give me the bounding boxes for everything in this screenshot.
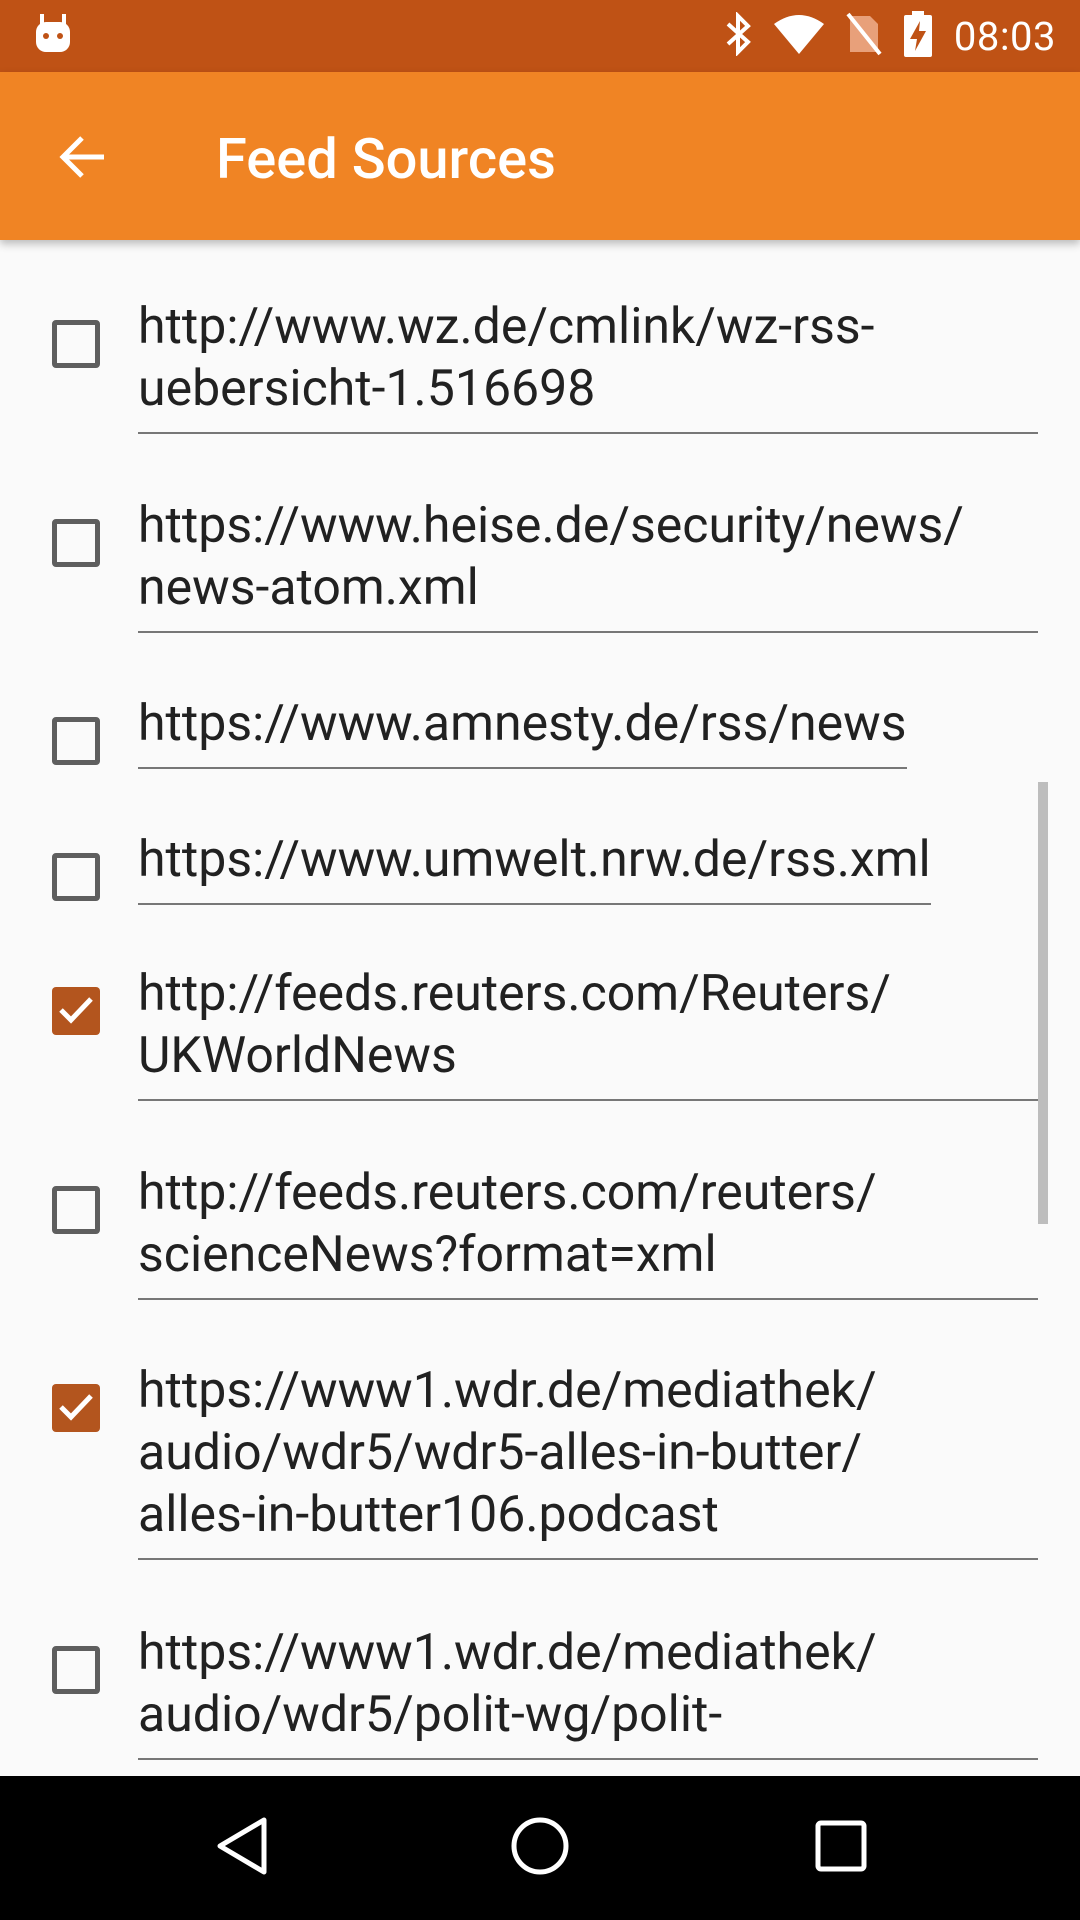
feed-url-field[interactable]: http://feeds.reuters.com/Reuters/ UKWorl…	[138, 963, 1038, 1101]
feed-checkbox[interactable]	[52, 1646, 100, 1694]
feed-url-field[interactable]: https://www.heise.de/security/news/ news…	[138, 495, 1038, 633]
feed-url-field[interactable]: https://www.umwelt.nrw.de/rss.xml	[138, 829, 931, 905]
feed-checkbox[interactable]	[52, 1186, 100, 1234]
wifi-icon	[773, 14, 824, 58]
android-robot-icon	[34, 14, 72, 58]
feed-list[interactable]: http://www.wz.de/cmlink/wz-rss- uebersic…	[0, 240, 1080, 1776]
scrollbar[interactable]	[1038, 782, 1048, 1224]
navigation-bar	[0, 1776, 1080, 1920]
check-icon	[59, 1394, 93, 1421]
bluetooth-icon	[726, 11, 752, 60]
app-bar: Feed Sources	[0, 72, 1080, 240]
battery-charging-icon	[903, 11, 932, 61]
feed-checkbox[interactable]	[52, 320, 100, 368]
back-triangle-icon[interactable]	[214, 1814, 270, 1882]
feed-url-field[interactable]: http://www.wz.de/cmlink/wz-rss- uebersic…	[138, 296, 1038, 434]
feed-checkbox-checked[interactable]	[52, 1384, 100, 1432]
feed-checkbox[interactable]	[52, 717, 100, 765]
no-sim-icon	[846, 12, 882, 60]
feed-url-field[interactable]: https://www.amnesty.de/rss/news	[138, 693, 907, 769]
status-time: 08:03	[953, 12, 1056, 60]
recents-square-icon[interactable]	[814, 1814, 868, 1882]
feed-url-field[interactable]: https://www1.wdr.de/mediathek/ audio/wdr…	[138, 1622, 1038, 1760]
feed-checkbox[interactable]	[52, 519, 100, 567]
page-title: Feed Sources	[216, 126, 556, 192]
check-icon	[59, 997, 93, 1024]
feed-url-field[interactable]: https://www1.wdr.de/mediathek/ audio/wdr…	[138, 1360, 1038, 1560]
feed-url-field[interactable]: http://feeds.reuters.com/reuters/ scienc…	[138, 1162, 1038, 1300]
home-circle-icon[interactable]	[510, 1814, 570, 1882]
status-bar: 08:03	[0, 0, 1080, 72]
arrow-back-icon[interactable]	[58, 132, 108, 182]
feed-checkbox[interactable]	[52, 853, 100, 901]
feed-checkbox-checked[interactable]	[52, 987, 100, 1035]
